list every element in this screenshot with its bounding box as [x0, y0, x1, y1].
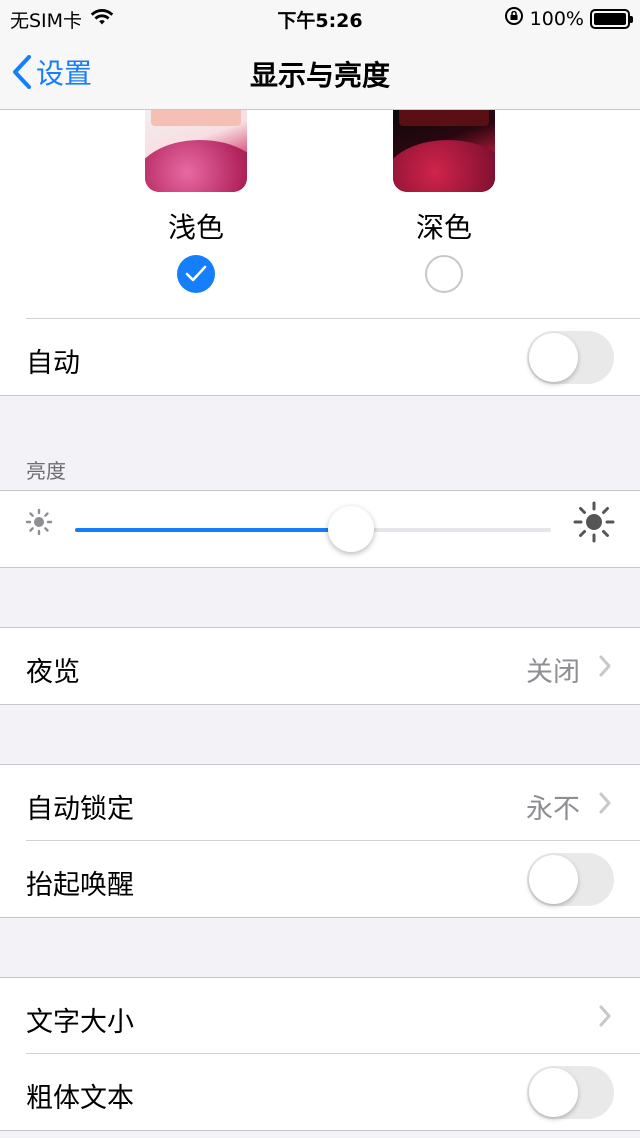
- auto-appearance-row: 自动: [0, 319, 640, 396]
- divider: [0, 917, 640, 918]
- divider: [0, 395, 640, 396]
- dark-mode-radio[interactable]: [425, 255, 463, 293]
- raise-to-wake-label: 抬起唤醒: [26, 870, 134, 901]
- checkmark-icon: [185, 265, 207, 282]
- battery-icon: [590, 8, 633, 29]
- bold-text-row: 粗体文本: [0, 1054, 640, 1131]
- night-shift-label: 夜览: [26, 657, 80, 688]
- navigation-bar: 设置 显示与亮度: [0, 36, 640, 110]
- brightness-slider-track[interactable]: [75, 528, 551, 532]
- status-bar: 无SIM卡 下午5:26 100%: [0, 0, 640, 36]
- bold-text-label: 粗体文本: [26, 1083, 134, 1114]
- rotation-lock-icon: [504, 6, 524, 31]
- sun-large-icon: [572, 500, 616, 548]
- dark-mode-preview[interactable]: [393, 110, 495, 192]
- text-size-label: 文字大小: [26, 1007, 134, 1038]
- light-mode-label: 浅色: [167, 211, 224, 244]
- chevron-right-icon: [599, 1005, 611, 1027]
- page-title: 显示与亮度: [249, 59, 390, 92]
- light-mode-preview[interactable]: [145, 110, 247, 192]
- raise-to-wake-row: 抬起唤醒: [0, 841, 640, 918]
- divider: [0, 704, 640, 705]
- brightness-row: [0, 491, 640, 567]
- bold-text-toggle[interactable]: [527, 1066, 614, 1119]
- auto-lock-row[interactable]: 自动锁定 永不: [0, 765, 640, 842]
- auto-lock-label: 自动锁定: [26, 794, 134, 825]
- raise-to-wake-toggle[interactable]: [527, 853, 614, 906]
- chevron-right-icon: [599, 792, 611, 814]
- auto-label: 自动: [26, 348, 80, 379]
- brightness-header: 亮度: [26, 459, 66, 483]
- divider: [0, 567, 640, 568]
- brightness-slider-thumb[interactable]: [328, 506, 375, 552]
- sun-small-icon: [24, 507, 54, 541]
- brightness-slider-fill: [75, 528, 352, 532]
- night-shift-row[interactable]: 夜览 关闭: [0, 628, 640, 705]
- night-shift-value: 关闭: [526, 657, 580, 688]
- light-mode-radio[interactable]: [177, 255, 215, 293]
- text-size-row[interactable]: 文字大小: [0, 978, 640, 1055]
- chevron-right-icon: [599, 655, 611, 677]
- auto-lock-value: 永不: [526, 794, 580, 825]
- auto-appearance-toggle[interactable]: [527, 331, 614, 384]
- battery-percent: 100%: [529, 7, 584, 30]
- divider: [0, 1130, 640, 1131]
- dark-mode-label: 深色: [415, 211, 472, 244]
